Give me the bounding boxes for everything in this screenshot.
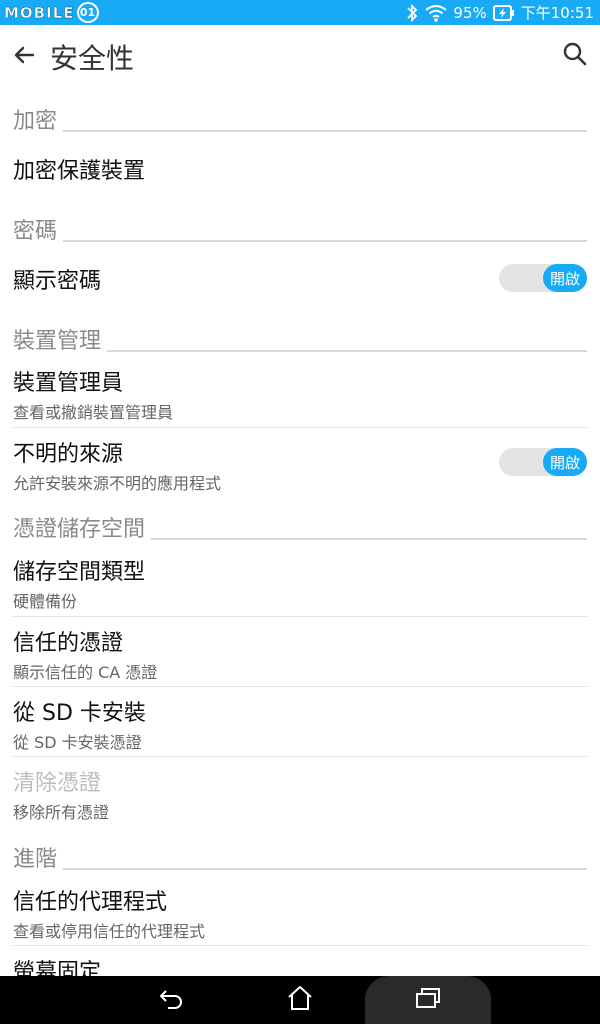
section-header-label: 裝置管理 (13, 323, 108, 355)
setting-title: 清除憑證 (13, 771, 102, 796)
clock: 下午10:51 (520, 4, 594, 22)
bluetooth-icon (405, 3, 419, 22)
logo-face: 01 (76, 2, 99, 23)
setting-subtitle: 查看或停用信任的代理程式 (13, 922, 206, 941)
page-title: 安全性 (50, 42, 135, 75)
battery-charging-icon (492, 4, 515, 22)
setting-title: 裝置管理員 (13, 371, 124, 396)
battery-percent: 95% (453, 3, 487, 22)
status-icons: 95% 下午10:51 (405, 0, 594, 25)
setting-subtitle: 移除所有憑證 (13, 803, 110, 822)
section-header-label: 密碼 (13, 213, 64, 245)
section-header-advanced: 進階 (0, 833, 600, 873)
search-icon (562, 41, 588, 71)
setting-title: 加密保護裝置 (13, 159, 146, 184)
setting-unknown-sources[interactable]: 不明的來源 允許安裝來源不明的應用程式 開啟 (0, 428, 600, 498)
setting-title: 信任的憑證 (13, 631, 124, 656)
setting-subtitle: 從 SD 卡安裝憑證 (13, 733, 142, 752)
setting-screen-pinning[interactable]: 螢幕固定 (0, 946, 600, 976)
section-header-credential-storage: 憑證儲存空間 (0, 503, 600, 543)
navigation-bar (0, 976, 600, 1024)
setting-storage-type[interactable]: 儲存空間類型 硬體備份 (0, 546, 600, 617)
arrow-back-icon (12, 43, 36, 71)
nav-recent-apps-icon (414, 986, 442, 1014)
section-header-label: 加密 (13, 103, 64, 135)
setting-title: 儲存空間類型 (13, 560, 146, 585)
nav-back-button[interactable] (142, 976, 202, 1024)
setting-trusted-credentials[interactable]: 信任的憑證 顯示信任的 CA 憑證 (0, 617, 600, 687)
wifi-icon (425, 4, 448, 22)
status-bar: MOBILE 01 95% 下午10:51 (0, 0, 600, 25)
nav-home-icon (286, 985, 314, 1015)
setting-trust-agents[interactable]: 信任的代理程式 查看或停用信任的代理程式 (0, 876, 600, 946)
setting-encrypt-device[interactable]: 加密保護裝置 (0, 135, 600, 199)
show-password-toggle[interactable]: 開啟 (499, 264, 587, 292)
section-header-device-admin: 裝置管理 (0, 315, 600, 355)
section-header-passwords: 密碼 (0, 205, 600, 245)
setting-subtitle: 顯示信任的 CA 憑證 (13, 663, 158, 682)
setting-clear-credentials: 清除憑證 移除所有憑證 (0, 757, 600, 827)
setting-subtitle: 查看或撤銷裝置管理員 (13, 403, 174, 422)
section-header-encryption: 加密 (0, 95, 600, 135)
settings-list[interactable]: 加密 加密保護裝置 密碼 顯示密碼 開啟 裝置管理 裝置管理員 查看或撤銷裝置管… (0, 89, 600, 976)
mobile01-logo: MOBILE 01 (4, 2, 99, 23)
toggle-knob: 開啟 (543, 448, 587, 476)
toggle-knob: 開啟 (543, 264, 587, 292)
search-button[interactable] (560, 41, 590, 71)
nav-recent-apps-button[interactable] (365, 976, 491, 1024)
nav-home-button[interactable] (270, 976, 330, 1024)
app-bar: 安全性 (0, 25, 600, 89)
setting-subtitle: 允許安裝來源不明的應用程式 (13, 474, 222, 493)
setting-title: 螢幕固定 (13, 960, 102, 976)
setting-show-password[interactable]: 顯示密碼 開啟 (0, 245, 600, 309)
setting-install-from-sd[interactable]: 從 SD 卡安裝 從 SD 卡安裝憑證 (0, 687, 600, 757)
unknown-sources-toggle[interactable]: 開啟 (499, 448, 587, 476)
setting-title: 信任的代理程式 (13, 890, 168, 915)
setting-device-administrators[interactable]: 裝置管理員 查看或撤銷裝置管理員 (0, 357, 600, 428)
setting-title: 不明的來源 (13, 442, 124, 467)
nav-back-icon (159, 987, 185, 1013)
logo-text: MOBILE (4, 3, 75, 22)
setting-title: 顯示密碼 (13, 269, 102, 294)
setting-title: 從 SD 卡安裝 (13, 701, 146, 726)
back-button[interactable] (10, 43, 38, 71)
setting-subtitle: 硬體備份 (13, 592, 78, 611)
section-header-label: 進階 (13, 841, 64, 873)
section-header-label: 憑證儲存空間 (13, 511, 152, 543)
